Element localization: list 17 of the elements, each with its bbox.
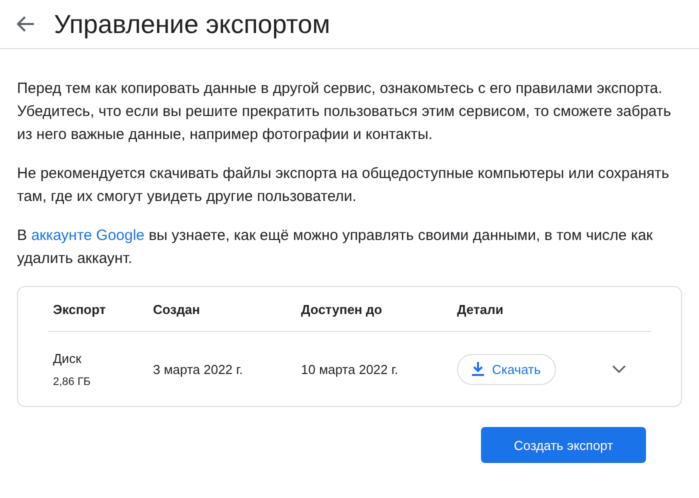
export-name: Диск — [53, 350, 82, 366]
page-title: Управление экспортом — [54, 8, 330, 40]
column-header: Доступен до — [301, 300, 384, 319]
create-export-button[interactable]: Создать экспорт — [481, 427, 646, 463]
download-button[interactable]: Скачать — [457, 354, 556, 384]
paragraph: В аккаунте Google вы узнаете, как ещё можно управлять своими данными, в том числе как удалить аккаунт. — [17, 226, 654, 269]
paragraph: Перед тем как копировать данные в другой сервис, ознакомьтесь с его правилами экспорта. Убедитесь, что если вы решите прекратить пользоваться этим сервисом, то сможете забрать из него важные данные, например фотографии и контакты. — [17, 79, 672, 145]
table-cell-text: 10 марта 2022 г. — [301, 362, 400, 376]
back-arrow-icon[interactable] — [16, 14, 36, 34]
paragraph: Не рекомендуется скачивать файлы экспорта на общедоступные компьютеры или сохранять там, где их смогут увидеть другие пользователи. — [17, 164, 670, 207]
column-header: Детали — [457, 300, 504, 319]
table-cell-text: 3 марта 2022 г. — [153, 362, 244, 376]
download-icon — [472, 362, 484, 376]
column-header: Создан — [153, 300, 201, 319]
export-size: 2,86 ГБ — [53, 376, 92, 388]
link[interactable]: аккаунте Google — [31, 227, 145, 244]
column-header: Экспорт — [53, 300, 107, 319]
